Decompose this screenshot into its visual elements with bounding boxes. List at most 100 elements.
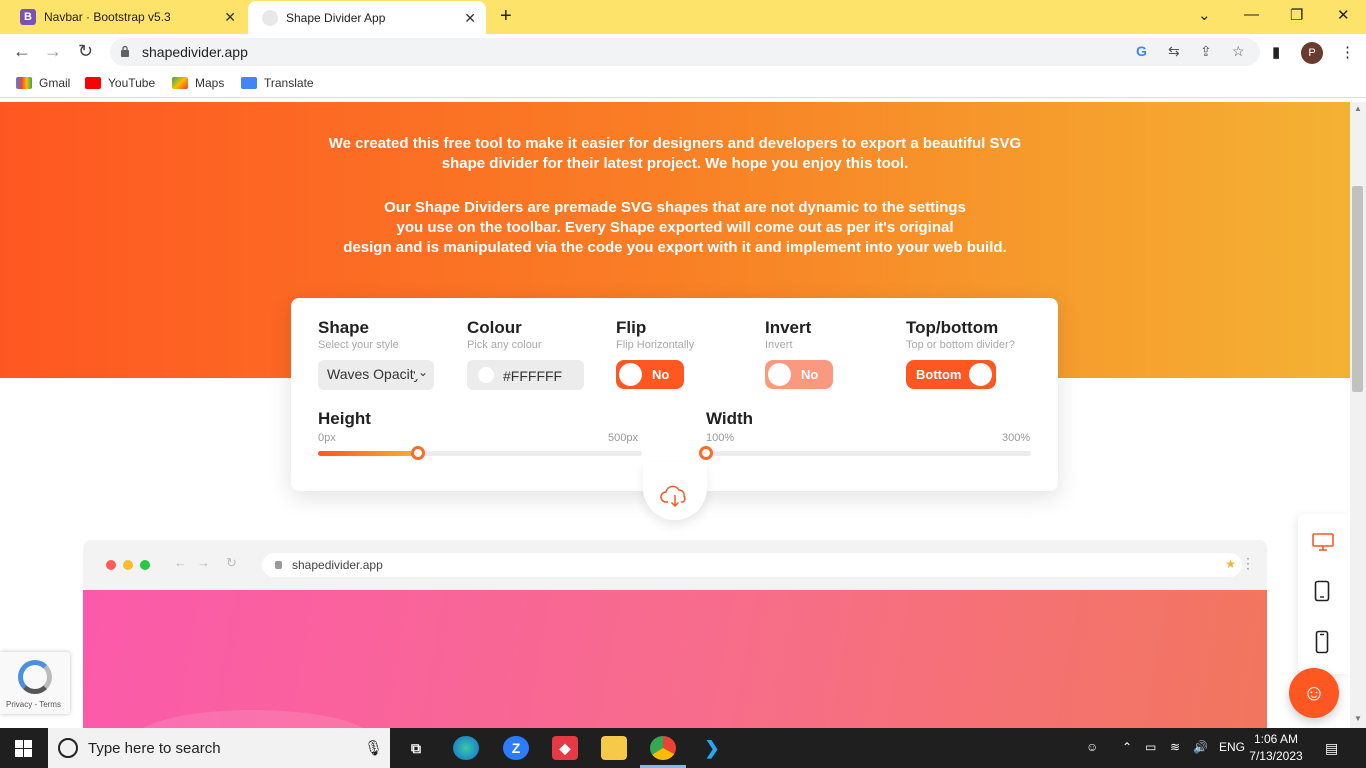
bookmark-label: Gmail	[39, 76, 71, 90]
width-slider-thumb[interactable]	[699, 446, 713, 460]
shape-setting: Shape Select your style	[318, 318, 399, 351]
wifi-icon[interactable]: ≋	[1170, 740, 1180, 754]
clock-date: 7/13/2023	[1249, 749, 1303, 763]
zoho-z-icon[interactable]: Z	[503, 736, 529, 760]
notification-center-icon[interactable]: ▤	[1325, 740, 1338, 757]
bookmark-star-icon[interactable]: ☆	[1232, 43, 1245, 60]
anydesk-icon[interactable]: ◆	[552, 736, 578, 760]
mobile-icon[interactable]	[1315, 630, 1329, 654]
profile-avatar[interactable]: P	[1301, 42, 1323, 64]
lock-icon	[121, 45, 129, 57]
height-label: Height	[318, 409, 371, 428]
tablet-icon[interactable]	[1314, 580, 1330, 602]
intro-text: We created this free tool to make it eas…	[0, 134, 1350, 282]
width-label: Width	[706, 409, 754, 428]
tab-bootstrap[interactable]: B Navbar · Bootstrap v5.3 ✕	[0, 0, 246, 34]
mockup-forward-icon: →	[197, 555, 210, 570]
maps-icon	[172, 77, 188, 89]
tab-strip: B Navbar · Bootstrap v5.3 ✕ Shape Divide…	[0, 0, 1366, 34]
invert-label: Invert	[765, 318, 812, 337]
intro-line: design and is manipulated via the code y…	[343, 239, 1007, 256]
side-panel-icon[interactable]: ▮	[1272, 43, 1280, 61]
bootstrap-favicon-icon: B	[20, 9, 36, 25]
restore-button[interactable]: ❐	[1290, 6, 1303, 24]
language-indicator[interactable]: ENG	[1219, 740, 1245, 754]
colour-hex-value: #FFFFFF	[503, 368, 563, 384]
reload-button[interactable]: ↻	[78, 41, 93, 62]
desktop-icon[interactable]	[1312, 532, 1334, 552]
colour-swatch	[478, 367, 494, 383]
close-tab-icon[interactable]: ✕	[224, 9, 236, 26]
mockup-url-text: shapedivider.app	[292, 558, 383, 572]
gmail-icon	[16, 77, 32, 89]
mockup-star-icon: ★	[1225, 557, 1236, 571]
download-button[interactable]	[643, 462, 707, 520]
height-slider-track[interactable]	[318, 451, 642, 456]
microphone-icon[interactable]: 🎙	[364, 739, 383, 757]
invert-toggle[interactable]: No	[765, 360, 833, 389]
width-slider-track[interactable]	[706, 451, 1031, 456]
mockup-close-dot	[106, 560, 116, 570]
bookmark-youtube[interactable]: YouTube	[85, 76, 155, 90]
tab-shape-divider[interactable]: Shape Divider App ✕	[248, 1, 486, 34]
minimize-button[interactable]: —	[1244, 6, 1259, 23]
scroll-up-arrow-icon[interactable]: ▲	[1354, 104, 1362, 113]
bookmark-gmail[interactable]: Gmail	[16, 76, 70, 90]
taskbar-search-box[interactable]: Type here to search 🎙	[48, 728, 390, 768]
scroll-down-arrow-icon[interactable]: ▼	[1354, 714, 1362, 723]
chrome-icon[interactable]	[650, 736, 676, 760]
smiley-icon: ☺	[1302, 680, 1326, 705]
web-page: We created this free tool to make it eas…	[0, 102, 1350, 728]
translate-page-icon[interactable]: ⇆	[1168, 43, 1180, 60]
forward-button[interactable]: →	[44, 41, 62, 62]
clock[interactable]: 1:06 AM 7/13/2023	[1246, 731, 1306, 765]
mockup-reload-icon: ↻	[226, 555, 237, 570]
bookmark-label: Translate	[264, 76, 314, 90]
width-max: 300%	[1002, 432, 1031, 444]
mockup-preview-area	[83, 590, 1267, 728]
flip-toggle-text: No	[652, 367, 670, 382]
page-scrollbar[interactable]: ▲ ▼	[1350, 102, 1366, 728]
battery-icon[interactable]: ▭	[1145, 740, 1156, 754]
vscode-icon[interactable]: ❯	[699, 736, 725, 760]
colour-sublabel: Pick any colour	[467, 339, 542, 351]
topbottom-toggle[interactable]: Bottom	[906, 360, 996, 389]
task-view-icon[interactable]: ⧉	[403, 736, 429, 760]
edge-icon[interactable]	[453, 736, 479, 760]
file-explorer-icon[interactable]	[601, 736, 627, 760]
mockup-url-bar: shapedivider.app ★	[262, 553, 1242, 577]
windows-start-icon[interactable]	[15, 740, 32, 757]
mockup-back-icon: ←	[174, 555, 187, 570]
invert-toggle-text: No	[801, 367, 819, 382]
chat-button[interactable]: ☺	[1289, 668, 1339, 718]
show-hidden-icons-chevron-icon[interactable]: ⌃	[1122, 740, 1132, 754]
scrollbar-thumb[interactable]	[1352, 186, 1363, 392]
close-window-button[interactable]: ✕	[1337, 6, 1350, 24]
bookmark-translate[interactable]: Translate	[241, 76, 314, 90]
shape-label: Shape	[318, 318, 370, 337]
shape-select[interactable]: Waves Opacity ⌄	[318, 360, 434, 390]
close-tab-icon[interactable]: ✕	[464, 10, 476, 27]
tab-search-chevron-icon[interactable]: ⌄	[1198, 6, 1211, 24]
colour-label: Colour	[467, 318, 522, 337]
mockup-menu-icon: ⋮	[1241, 555, 1255, 571]
address-bar-row: ← → ↻ shapedivider.app G ⇆ ⇪ ☆ ▮ P ⋮	[0, 34, 1366, 70]
volume-icon[interactable]: 🔊	[1193, 740, 1208, 754]
omnibox[interactable]: shapedivider.app G ⇆ ⇪ ☆	[110, 38, 1260, 66]
share-icon[interactable]: ⇪	[1200, 43, 1212, 60]
height-slider-thumb[interactable]	[411, 446, 425, 460]
google-icon[interactable]: G	[1136, 43, 1147, 59]
back-button[interactable]: ←	[13, 41, 31, 62]
recaptcha-links[interactable]: Privacy - Terms	[6, 700, 61, 709]
bookmark-maps[interactable]: Maps	[172, 76, 224, 90]
people-icon[interactable]: ☺	[1086, 740, 1098, 754]
new-tab-button[interactable]: +	[500, 5, 512, 28]
preview-mockup: ← → ↻ shapedivider.app ★ ⋮	[83, 540, 1267, 728]
youtube-icon	[85, 77, 101, 89]
menu-kebab-icon[interactable]: ⋮	[1340, 43, 1355, 61]
shape-sublabel: Select your style	[318, 339, 399, 351]
tab-title: Navbar · Bootstrap v5.3	[44, 10, 171, 24]
flip-toggle[interactable]: No	[616, 360, 684, 389]
colour-picker[interactable]: #FFFFFF	[467, 360, 584, 390]
recaptcha-badge[interactable]: Privacy - Terms	[0, 652, 70, 714]
